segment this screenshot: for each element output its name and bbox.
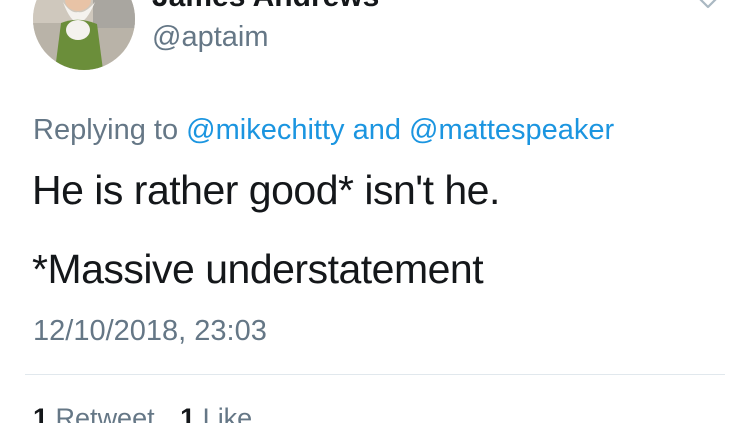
mention-link-mattespeaker[interactable]: @mattespeaker [409,114,614,146]
divider [25,374,725,375]
mention-link-mikechitty[interactable]: @mikechitty [186,114,344,146]
retweets-stat[interactable]: 1 Retweet [33,403,155,423]
retweets-label: Retweet [55,403,155,423]
chevron-down-icon[interactable] [694,0,722,16]
tweet-text-line-2: *Massive understatement [32,246,484,292]
tweet-stats: 1 Retweet 1 Like [33,402,270,423]
author-handle[interactable]: @aptaim [152,20,268,54]
tweet-text-line-1: He is rather good* isn't he. [32,167,500,213]
likes-label: Like [202,403,253,423]
likes-stat[interactable]: 1 Like [180,403,252,423]
gnome-avatar-image [33,0,135,70]
replying-to-label: Replying to [33,114,179,146]
tweet-timestamp[interactable]: 12/10/2018, 23:03 [33,314,267,348]
mention-joiner[interactable]: and [353,114,401,146]
retweets-count: 1 [33,403,49,423]
likes-count: 1 [180,403,196,423]
author-display-name[interactable]: James Andrews [152,0,379,15]
avatar[interactable] [33,0,135,70]
tweet-card: James Andrews @aptaim Replying to @mikec… [0,0,750,423]
replying-to-line: Replying to @mikechitty and @mattespeake… [33,113,614,147]
